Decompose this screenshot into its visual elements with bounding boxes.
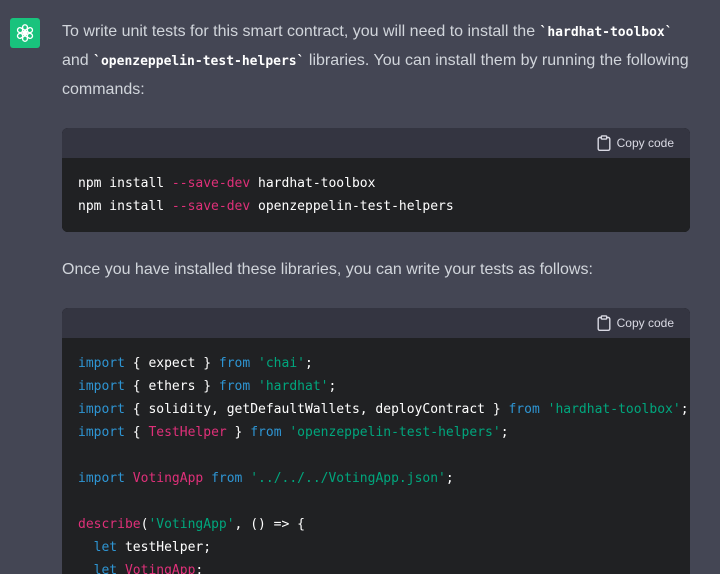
code-token: let <box>93 563 118 574</box>
clipboard-icon <box>597 315 611 331</box>
copy-code-label: Copy code <box>616 316 674 330</box>
outro-paragraph: Once you have installed these libraries,… <box>62 261 593 278</box>
code-line: npm install --save-dev hardhat-toolbox <box>78 172 674 195</box>
code-body[interactable]: npm install --save-dev hardhat-toolbox np… <box>62 158 690 232</box>
code-line: import { expect } from 'chai'; <box>78 352 674 375</box>
code-token: --save-dev <box>171 176 251 191</box>
code-token: 'openzeppelin-test-helpers' <box>289 425 501 440</box>
code-token: import <box>78 379 125 394</box>
code-line: import VotingApp from '../../../VotingAp… <box>78 467 674 490</box>
code-token: , () => { <box>234 517 305 532</box>
code-token: ; <box>195 563 204 574</box>
inline-code-hardhat-toolbox: `hardhat-toolbox` <box>539 25 673 40</box>
code-token: { ethers } <box>124 379 219 394</box>
openai-logo-icon <box>16 24 34 42</box>
intro-text-start: To write unit tests for this smart contr… <box>62 23 540 40</box>
code-token: from <box>211 471 243 486</box>
code-token: describe <box>78 517 141 532</box>
code-token: ; <box>305 356 313 371</box>
copy-code-button[interactable]: Copy code <box>597 135 674 151</box>
code-token: openzeppelin-test-helpers <box>250 199 454 214</box>
code-token: TestHelper <box>148 425 227 440</box>
intro-text-and: and <box>62 52 94 69</box>
code-body[interactable]: import { expect } from 'chai'; import { e… <box>62 338 690 574</box>
code-token: let <box>93 540 118 555</box>
clipboard-icon <box>597 135 611 151</box>
code-token: } <box>226 425 251 440</box>
copy-code-label: Copy code <box>616 136 674 150</box>
code-token: --save-dev <box>171 199 251 214</box>
copy-code-button[interactable]: Copy code <box>597 315 674 331</box>
code-token: import <box>78 402 125 417</box>
code-token: import <box>78 356 125 371</box>
code-token: npm install <box>78 199 172 214</box>
code-token: import <box>78 471 125 486</box>
code-line: import { solidity, getDefaultWallets, de… <box>78 398 689 421</box>
code-line: import { TestHelper } from 'openzeppelin… <box>78 421 674 444</box>
code-token: 'hardhat-toolbox' <box>547 402 681 417</box>
code-token: hardhat-toolbox <box>250 176 376 191</box>
code-token: 'chai' <box>258 356 305 371</box>
code-token: from <box>218 379 251 394</box>
inline-code-openzeppelin: `openzeppelin-test-helpers` <box>93 54 305 69</box>
code-token: ; <box>328 379 337 394</box>
code-line: let VotingApp; <box>78 559 674 574</box>
code-token: from <box>250 425 282 440</box>
assistant-avatar <box>10 18 40 48</box>
chat-message: To write unit tests for this smart contr… <box>0 0 720 574</box>
code-token: VotingApp <box>132 471 204 486</box>
code-token: testHelper; <box>117 540 212 555</box>
code-token: from <box>508 402 540 417</box>
intro-paragraph: To write unit tests for this smart contr… <box>62 18 690 104</box>
code-line: describe('VotingApp', () => { <box>78 513 674 536</box>
code-line: import { ethers } from 'hardhat'; <box>78 375 674 398</box>
code-block-header: Copy code <box>62 308 690 338</box>
code-token: '../../../VotingApp.json' <box>250 471 446 486</box>
code-token: 'VotingApp' <box>148 517 235 532</box>
code-token: from <box>218 356 251 371</box>
code-token: { <box>124 425 149 440</box>
code-block-header: Copy code <box>62 128 690 158</box>
code-token: VotingApp <box>124 563 196 574</box>
code-block-tests: Copy code import { expect } from 'chai';… <box>62 308 690 574</box>
code-token: ; <box>680 402 689 417</box>
code-token: ; <box>500 425 509 440</box>
message-content: To write unit tests for this smart contr… <box>62 18 690 574</box>
code-token: 'hardhat' <box>258 379 329 394</box>
code-token: import <box>78 425 125 440</box>
code-token: npm install <box>78 176 172 191</box>
code-line: let testHelper; <box>78 536 674 559</box>
code-block-install: Copy code npm install --save-dev hardhat… <box>62 128 690 232</box>
code-token: ; <box>445 471 454 486</box>
code-line: npm install --save-dev openzeppelin-test… <box>78 195 674 218</box>
code-token: { expect } <box>124 356 219 371</box>
code-token: { solidity, getDefaultWallets, deployCon… <box>124 402 509 417</box>
